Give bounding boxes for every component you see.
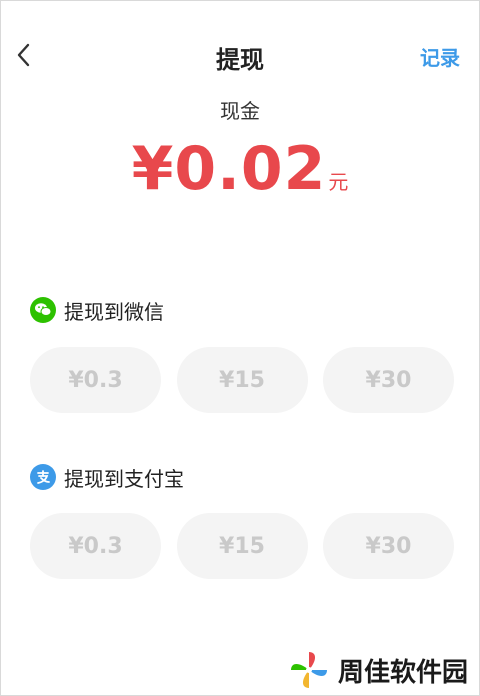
wechat-amount-options: ¥0.3 ¥15 ¥30 — [30, 347, 454, 413]
wechat-amount-option[interactable]: ¥30 — [323, 347, 454, 413]
wechat-icon — [30, 297, 56, 323]
alipay-section-header: 提现到支付宝 — [30, 463, 184, 491]
alipay-section-title: 提现到支付宝 — [64, 466, 184, 491]
records-link[interactable]: 记录 — [420, 42, 460, 71]
wechat-amount-option[interactable]: ¥15 — [176, 347, 308, 413]
balance-amount: ¥0.02 — [131, 134, 327, 204]
page-title: 提现 — [216, 46, 264, 74]
alipay-amount-option[interactable]: ¥0.3 — [30, 513, 161, 579]
balance-label: 现金 — [220, 99, 260, 123]
alipay-amount-option[interactable]: ¥30 — [323, 513, 454, 579]
alipay-icon — [30, 464, 56, 490]
wechat-section-header: 提现到微信 — [30, 296, 164, 324]
watermark-text: 周佳软件园 — [338, 657, 469, 688]
pinwheel-logo-icon — [291, 652, 327, 688]
balance-display: ¥0.02 元 — [0, 134, 480, 204]
wechat-section-title: 提现到微信 — [64, 299, 164, 324]
balance-unit: 元 — [328, 170, 349, 194]
top-bar: 提现 记录 — [0, 30, 480, 82]
wechat-amount-option[interactable]: ¥0.3 — [30, 347, 161, 413]
watermark: 周佳软件园 — [288, 648, 468, 692]
alipay-amount-option[interactable]: ¥15 — [176, 513, 308, 579]
alipay-amount-options: ¥0.3 ¥15 ¥30 — [30, 513, 454, 579]
